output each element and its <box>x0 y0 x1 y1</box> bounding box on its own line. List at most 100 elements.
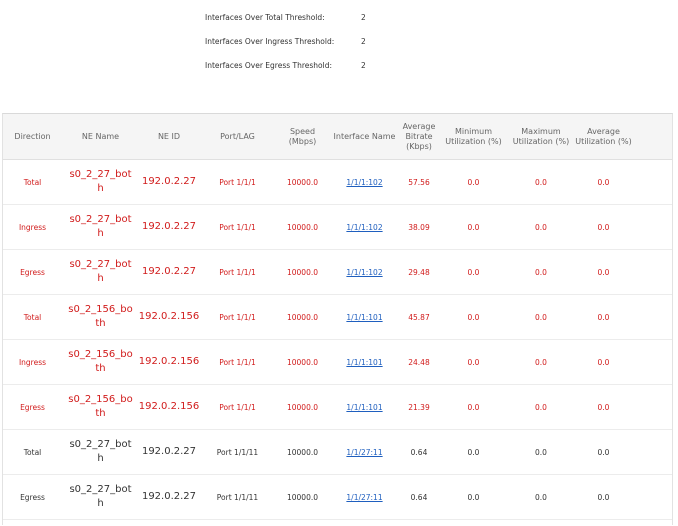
direction-cell: Ingress <box>3 205 62 249</box>
interface-link[interactable]: 1/1/1:102 <box>329 250 400 294</box>
ne-name-cell: s0_2_156_both <box>62 295 139 339</box>
speed-cell: 10000.0 <box>276 205 329 249</box>
min-util-cell: 0.0 <box>438 160 509 204</box>
summary-total-value: 2 <box>361 13 366 22</box>
direction-cell-text: Egress <box>20 492 45 502</box>
avg-util-cell: 0.0 <box>573 205 634 249</box>
port-cell: Port 1/1/11 <box>199 475 276 519</box>
ne-name-cell-text: s0_2_156_both <box>68 349 133 374</box>
avg-bitrate-cell-text: 45.87 <box>408 312 430 322</box>
min-util-cell: 0.0 <box>438 205 509 249</box>
avg-util-cell: 0.0 <box>573 250 634 294</box>
table-row: Egress s0_2_27_both 192.0.2.27 Port 1/1/11 1… <box>3 475 672 520</box>
avg-util-cell-text: 0.0 <box>597 177 610 187</box>
table-row: Egress s0_2_27_both 192.0.2.27 Port 1/1/1 10… <box>3 250 672 295</box>
ne-name-cell: s0_2_27_both <box>62 160 139 204</box>
utilization-table: Direction NE Name NE ID Port/LAG Speed (… <box>2 113 673 525</box>
min-util-cell-text: 0.0 <box>467 177 480 187</box>
port-cell: Port 1/1/11 <box>199 430 276 474</box>
interface-link[interactable]: 1/1/1:102 <box>329 205 400 249</box>
table-row: Ingress s0_2_156_both 192.0.2.156 Port 1/1/… <box>3 340 672 385</box>
interface-link[interactable]: 1/1/1:101 <box>329 340 400 384</box>
interface-link-text[interactable]: 1/1/1:101 <box>346 313 382 322</box>
min-util-cell: 0.0 <box>438 385 509 429</box>
avg-util-cell: 0.0 <box>573 295 634 339</box>
ne-id-cell: 192.0.2.27 <box>139 430 199 474</box>
header-min-util[interactable]: Minimum Utilization (%) <box>438 114 509 159</box>
ne-id-cell-text: 192.0.2.156 <box>138 356 200 367</box>
direction-cell: Total <box>3 295 62 339</box>
ne-name-cell-text: s0_2_27_both <box>69 169 132 194</box>
interface-link[interactable]: 1/1/27:11 <box>329 475 400 519</box>
speed-cell: 10000.0 <box>276 385 329 429</box>
max-util-cell: 0.0 <box>509 295 573 339</box>
header-speed[interactable]: Speed (Mbps) <box>276 114 329 159</box>
avg-bitrate-cell: 21.39 <box>400 385 438 429</box>
port-cell-text: Port 1/1/1 <box>219 357 256 367</box>
ne-name-cell: s0_2_27_both <box>62 250 139 294</box>
interface-link-text[interactable]: 1/1/1:101 <box>346 403 382 412</box>
interface-link-text[interactable]: 1/1/1:102 <box>346 178 382 187</box>
avg-util-cell: 0.0 <box>573 340 634 384</box>
ne-name-cell: s0_2_27_both <box>62 430 139 474</box>
ne-id-cell-text: 192.0.2.27 <box>141 176 197 187</box>
interface-link[interactable]: 1/1/1:101 <box>329 295 400 339</box>
header-max-util[interactable]: Maximum Utilization (%) <box>509 114 573 159</box>
interface-link-text[interactable]: 1/1/1:102 <box>346 268 382 277</box>
max-util-cell: 0.0 <box>509 475 573 519</box>
avg-bitrate-cell: 0.64 <box>400 430 438 474</box>
speed-cell-text: 10000.0 <box>286 267 318 277</box>
summary-egress-value: 2 <box>361 61 366 70</box>
speed-cell-text: 10000.0 <box>286 222 318 232</box>
header-port-lag[interactable]: Port/LAG <box>199 114 276 159</box>
max-util-cell: 0.0 <box>509 385 573 429</box>
ne-name-cell-text: s0_2_27_both <box>69 259 132 284</box>
speed-cell: 10000.0 <box>276 475 329 519</box>
header-avg-util[interactable]: Average Utilization (%) <box>573 114 634 159</box>
speed-cell: 10000.0 <box>276 160 329 204</box>
interface-link[interactable]: 1/1/1:101 <box>329 385 400 429</box>
avg-bitrate-cell-text: 0.64 <box>410 447 428 457</box>
summary-ingress-value: 2 <box>361 37 366 46</box>
max-util-cell-text: 0.0 <box>535 402 547 412</box>
min-util-cell-text: 0.0 <box>467 447 480 457</box>
avg-bitrate-cell: 24.48 <box>400 340 438 384</box>
interface-link-text[interactable]: 1/1/1:102 <box>346 223 382 232</box>
direction-cell-text: Total <box>23 177 42 187</box>
interface-link-text[interactable]: 1/1/27:11 <box>346 493 382 502</box>
interface-link-text[interactable]: 1/1/1:101 <box>346 358 382 367</box>
ne-id-cell-text: 192.0.2.27 <box>141 446 197 457</box>
summary-ingress-label: Interfaces Over Ingress Threshold: <box>205 37 335 46</box>
header-ne-id[interactable]: NE ID <box>139 114 199 159</box>
header-ne-name[interactable]: NE Name <box>62 114 139 159</box>
ne-id-cell: 192.0.2.27 <box>139 160 199 204</box>
min-util-cell: 0.0 <box>438 430 509 474</box>
speed-cell-text: 10000.0 <box>286 177 318 187</box>
port-cell: Port 1/1/1 <box>199 160 276 204</box>
max-util-cell-text: 0.0 <box>535 177 547 187</box>
max-util-cell-text: 0.0 <box>535 492 547 502</box>
ne-id-cell-text: 192.0.2.156 <box>138 311 200 322</box>
interface-link-text[interactable]: 1/1/27:11 <box>346 448 382 457</box>
ne-name-cell-text: s0_2_156_both <box>68 304 133 329</box>
speed-cell-text: 10000.0 <box>286 357 318 367</box>
avg-bitrate-cell: 57.56 <box>400 160 438 204</box>
port-cell-text: Port 1/1/1 <box>219 267 256 277</box>
port-cell: Port 1/1/1 <box>199 205 276 249</box>
header-avg-bitrate[interactable]: Average Bitrate (Kbps) <box>400 114 438 159</box>
direction-cell: Egress <box>3 385 62 429</box>
max-util-cell: 0.0 <box>509 205 573 249</box>
interface-link[interactable]: 1/1/27:11 <box>329 430 400 474</box>
max-util-cell: 0.0 <box>509 160 573 204</box>
speed-cell-text: 10000.0 <box>286 492 318 502</box>
direction-cell-text: Total <box>23 312 42 322</box>
ne-name-cell: s0_2_156_both <box>62 340 139 384</box>
header-direction[interactable]: Direction <box>3 114 62 159</box>
direction-cell: Egress <box>3 250 62 294</box>
ne-id-cell-text: 192.0.2.27 <box>141 491 197 502</box>
interface-link[interactable]: 1/1/1:102 <box>329 160 400 204</box>
table-row: Total s0_2_27_both 192.0.2.27 Port 1/1/1 100… <box>3 160 672 205</box>
min-util-cell-text: 0.0 <box>467 492 480 502</box>
header-interface[interactable]: Interface Name <box>329 114 400 159</box>
port-cell-text: Port 1/1/1 <box>219 402 256 412</box>
